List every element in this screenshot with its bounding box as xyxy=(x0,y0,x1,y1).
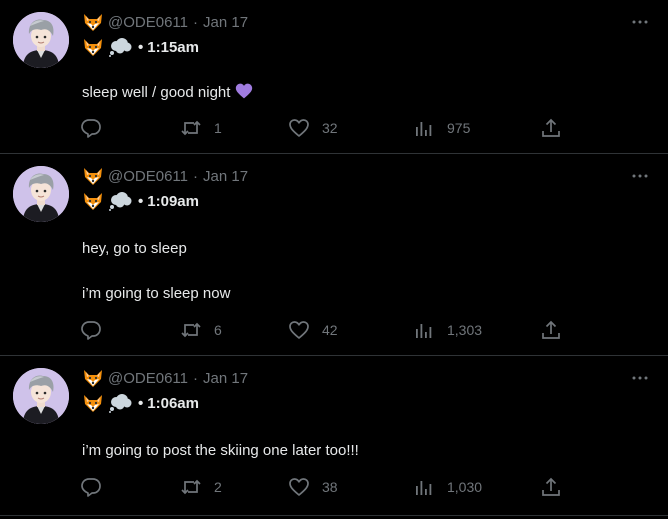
like-button[interactable]: 32 xyxy=(288,117,338,139)
separator-dot: · xyxy=(193,369,198,387)
reply-icon xyxy=(81,119,101,138)
views-count: 1,303 xyxy=(447,322,483,338)
tweet-actions: 1 32 975 xyxy=(80,117,566,139)
share-button[interactable] xyxy=(540,117,562,139)
fox-emoji xyxy=(82,368,104,388)
tweet-text-line: hey, go to sleep xyxy=(82,240,187,257)
avatar[interactable] xyxy=(13,166,69,222)
user-handle[interactable]: @ODE0611 xyxy=(108,168,188,185)
tweet-text-line: sleep well / good night xyxy=(82,84,231,101)
display-name[interactable]: • 1:15am xyxy=(82,36,199,58)
tweet-header: @ODE0611 · Jan 17 xyxy=(82,12,248,32)
tweet-header: @ODE0611 · Jan 17 xyxy=(82,166,248,186)
views-icon xyxy=(416,122,432,136)
tweet[interactable]: @ODE0611 · Jan 17 • 1:06am i’m going to … xyxy=(0,356,668,516)
views-count: 975 xyxy=(447,120,471,136)
like-icon xyxy=(289,321,309,339)
views-icon xyxy=(416,324,432,338)
retweet-count: 2 xyxy=(214,479,222,495)
tweet-actions: 6 42 1,303 xyxy=(80,319,566,341)
avatar[interactable] xyxy=(13,12,69,68)
views-count: 1,030 xyxy=(447,479,483,495)
tweet[interactable]: @ODE0611 · Jan 17 • 1:15am sleep well / … xyxy=(0,0,668,154)
tweet-actions: 2 38 1,030 xyxy=(80,476,566,498)
retweet-icon xyxy=(181,480,201,494)
tweet-text-line: i’m going to sleep now xyxy=(82,285,231,302)
more-icon[interactable] xyxy=(630,166,650,186)
reply-icon xyxy=(81,321,101,340)
views-button[interactable]: 1,030 xyxy=(413,476,482,498)
share-icon xyxy=(542,321,560,339)
reply-icon xyxy=(81,478,101,497)
views-icon xyxy=(416,481,432,495)
fox-emoji xyxy=(82,166,104,186)
name-time: 1:06am xyxy=(147,394,199,412)
share-button[interactable] xyxy=(540,319,562,341)
share-button[interactable] xyxy=(540,476,562,498)
name-bullet: • xyxy=(138,394,144,412)
retweet-count: 6 xyxy=(214,322,222,338)
share-icon xyxy=(542,478,560,496)
tweet-text: sleep well / good night xyxy=(82,82,254,103)
like-count: 38 xyxy=(322,479,338,495)
fox-emoji xyxy=(82,37,104,57)
user-handle[interactable]: @ODE0611 xyxy=(108,370,188,387)
fox-emoji xyxy=(82,12,104,32)
purple-heart-emoji xyxy=(234,82,254,100)
reply-button[interactable] xyxy=(80,117,102,139)
avatar[interactable] xyxy=(13,368,69,424)
like-button[interactable]: 42 xyxy=(288,319,338,341)
tweet-text-line: i’m going to post the skiing one later t… xyxy=(82,442,359,459)
reply-button[interactable] xyxy=(80,319,102,341)
tweet-date[interactable]: Jan 17 xyxy=(203,370,248,387)
name-bullet: • xyxy=(138,192,144,210)
like-icon xyxy=(289,478,309,496)
more-icon[interactable] xyxy=(630,368,650,388)
user-handle[interactable]: @ODE0611 xyxy=(108,14,188,31)
reply-button[interactable] xyxy=(80,476,102,498)
thought-bubble-emoji xyxy=(108,393,132,413)
like-button[interactable]: 38 xyxy=(288,476,338,498)
retweet-button[interactable]: 2 xyxy=(180,476,222,498)
display-name[interactable]: • 1:09am xyxy=(82,190,199,212)
retweet-icon xyxy=(181,323,201,337)
tweet-header: @ODE0611 · Jan 17 xyxy=(82,368,248,388)
more-icon[interactable] xyxy=(630,12,650,32)
fox-emoji xyxy=(82,191,104,211)
share-icon xyxy=(542,119,560,137)
views-button[interactable]: 1,303 xyxy=(413,319,482,341)
like-count: 32 xyxy=(322,120,338,136)
thought-bubble-emoji xyxy=(108,37,132,57)
retweet-button[interactable]: 6 xyxy=(180,319,222,341)
tweet[interactable]: @ODE0611 · Jan 17 • 1:09am hey, go to sl… xyxy=(0,154,668,356)
like-count: 42 xyxy=(322,322,338,338)
retweet-icon xyxy=(181,121,201,135)
retweet-count: 1 xyxy=(214,120,222,136)
name-time: 1:15am xyxy=(147,38,199,56)
separator-dot: · xyxy=(193,13,198,31)
thought-bubble-emoji xyxy=(108,191,132,211)
display-name[interactable]: • 1:06am xyxy=(82,392,199,414)
tweet-date[interactable]: Jan 17 xyxy=(203,168,248,185)
separator-dot: · xyxy=(193,167,198,185)
name-time: 1:09am xyxy=(147,192,199,210)
tweet-date[interactable]: Jan 17 xyxy=(203,14,248,31)
retweet-button[interactable]: 1 xyxy=(180,117,222,139)
views-button[interactable]: 975 xyxy=(413,117,470,139)
fox-emoji xyxy=(82,393,104,413)
name-bullet: • xyxy=(138,38,144,56)
like-icon xyxy=(289,119,309,137)
